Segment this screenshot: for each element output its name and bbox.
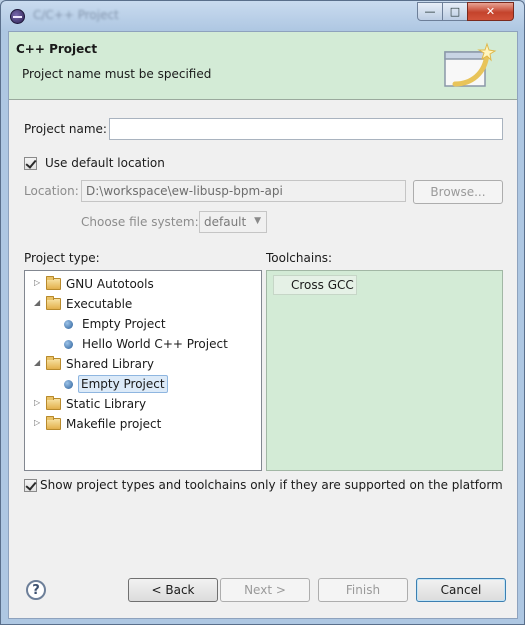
tree-item-executable-empty-project[interactable]: Empty Project <box>25 314 261 334</box>
expand-arrow-icon[interactable]: ▷ <box>34 398 44 408</box>
folder-icon <box>46 416 61 430</box>
tree-item-shared-library-empty-project[interactable]: Empty Project <box>25 374 261 394</box>
browse-button: Browse... <box>413 180 503 204</box>
project-template-icon <box>64 320 73 329</box>
location-label: Location: <box>24 184 79 198</box>
wizard-client-area: C++ Project Project name must be specifi… <box>8 31 518 619</box>
wizard-page-title: C++ Project <box>16 42 98 56</box>
project-template-icon <box>64 340 73 349</box>
file-system-label: Choose file system: <box>81 215 199 229</box>
toolchains-list[interactable]: Cross GCC <box>266 270 503 471</box>
location-input <box>81 180 406 202</box>
tree-item-hello-world[interactable]: Hello World C++ Project <box>25 334 261 354</box>
eclipse-app-icon <box>10 9 25 24</box>
tree-item-label: Makefile project <box>66 417 162 431</box>
window-title: C/C++ Project <box>33 8 119 22</box>
toolchain-item-cross-gcc[interactable]: Cross GCC <box>273 275 357 295</box>
use-default-location-checkbox[interactable] <box>24 157 37 170</box>
folder-icon <box>46 276 61 290</box>
project-type-label: Project type: <box>24 251 100 265</box>
tree-item-label: Executable <box>66 297 133 311</box>
new-project-wizard-icon <box>444 42 497 87</box>
supported-platform-filter-checkbox[interactable] <box>24 479 37 492</box>
title-bar[interactable]: C/C++ Project — □ ✕ <box>1 1 524 31</box>
tree-item-executable[interactable]: ◢ Executable <box>25 294 261 314</box>
chevron-down-icon: ▼ <box>254 216 261 226</box>
minimize-icon: — <box>424 5 436 18</box>
folder-icon <box>46 396 61 410</box>
maximize-icon: □ <box>449 5 461 18</box>
tree-item-label: Static Library <box>66 397 147 411</box>
file-system-select: default ▼ <box>199 211 267 233</box>
tree-item-gnu-autotools[interactable]: ▷ GNU Autotools <box>25 274 261 294</box>
toolchains-label: Toolchains: <box>266 251 333 265</box>
project-name-input[interactable] <box>109 118 503 140</box>
wizard-banner: C++ Project Project name must be specifi… <box>9 32 517 100</box>
collapse-arrow-icon[interactable]: ◢ <box>34 298 44 308</box>
minimize-button[interactable]: — <box>417 2 443 21</box>
maximize-button[interactable]: □ <box>442 2 468 21</box>
back-button[interactable]: < Back <box>128 578 218 602</box>
close-icon: ✕ <box>485 5 496 18</box>
folder-open-icon <box>46 356 61 370</box>
tree-item-label: Shared Library <box>66 357 155 371</box>
cancel-button[interactable]: Cancel <box>416 578 506 602</box>
folder-open-icon <box>46 296 61 310</box>
tree-item-label: Hello World C++ Project <box>82 337 228 351</box>
finish-button[interactable]: Finish <box>318 578 408 602</box>
supported-platform-filter-label[interactable]: Show project types and toolchains only i… <box>40 478 503 492</box>
wizard-window: C/C++ Project — □ ✕ C++ Project Project … <box>0 0 525 625</box>
tree-item-label: GNU Autotools <box>66 277 154 291</box>
project-type-tree[interactable]: ▷ GNU Autotools ◢ Executable Empty Proje… <box>24 270 262 471</box>
file-system-value: default <box>204 215 247 229</box>
tree-item-shared-library[interactable]: ◢ Shared Library <box>25 354 261 374</box>
tree-item-label: Empty Project <box>82 317 166 331</box>
tree-item-label-selected: Empty Project <box>78 375 168 393</box>
collapse-arrow-icon[interactable]: ◢ <box>34 358 44 368</box>
expand-arrow-icon[interactable]: ▷ <box>34 278 44 288</box>
tree-item-makefile-project[interactable]: ▷ Makefile project <box>25 414 261 434</box>
wizard-error-message: Project name must be specified <box>22 67 212 81</box>
expand-arrow-icon[interactable]: ▷ <box>34 418 44 428</box>
help-icon[interactable]: ? <box>26 580 46 600</box>
project-name-label: Project name: <box>24 122 107 136</box>
next-button[interactable]: Next > <box>220 578 310 602</box>
tree-item-static-library[interactable]: ▷ Static Library <box>25 394 261 414</box>
project-template-icon <box>64 380 73 389</box>
use-default-location-label[interactable]: Use default location <box>45 156 165 170</box>
close-button[interactable]: ✕ <box>467 2 514 21</box>
